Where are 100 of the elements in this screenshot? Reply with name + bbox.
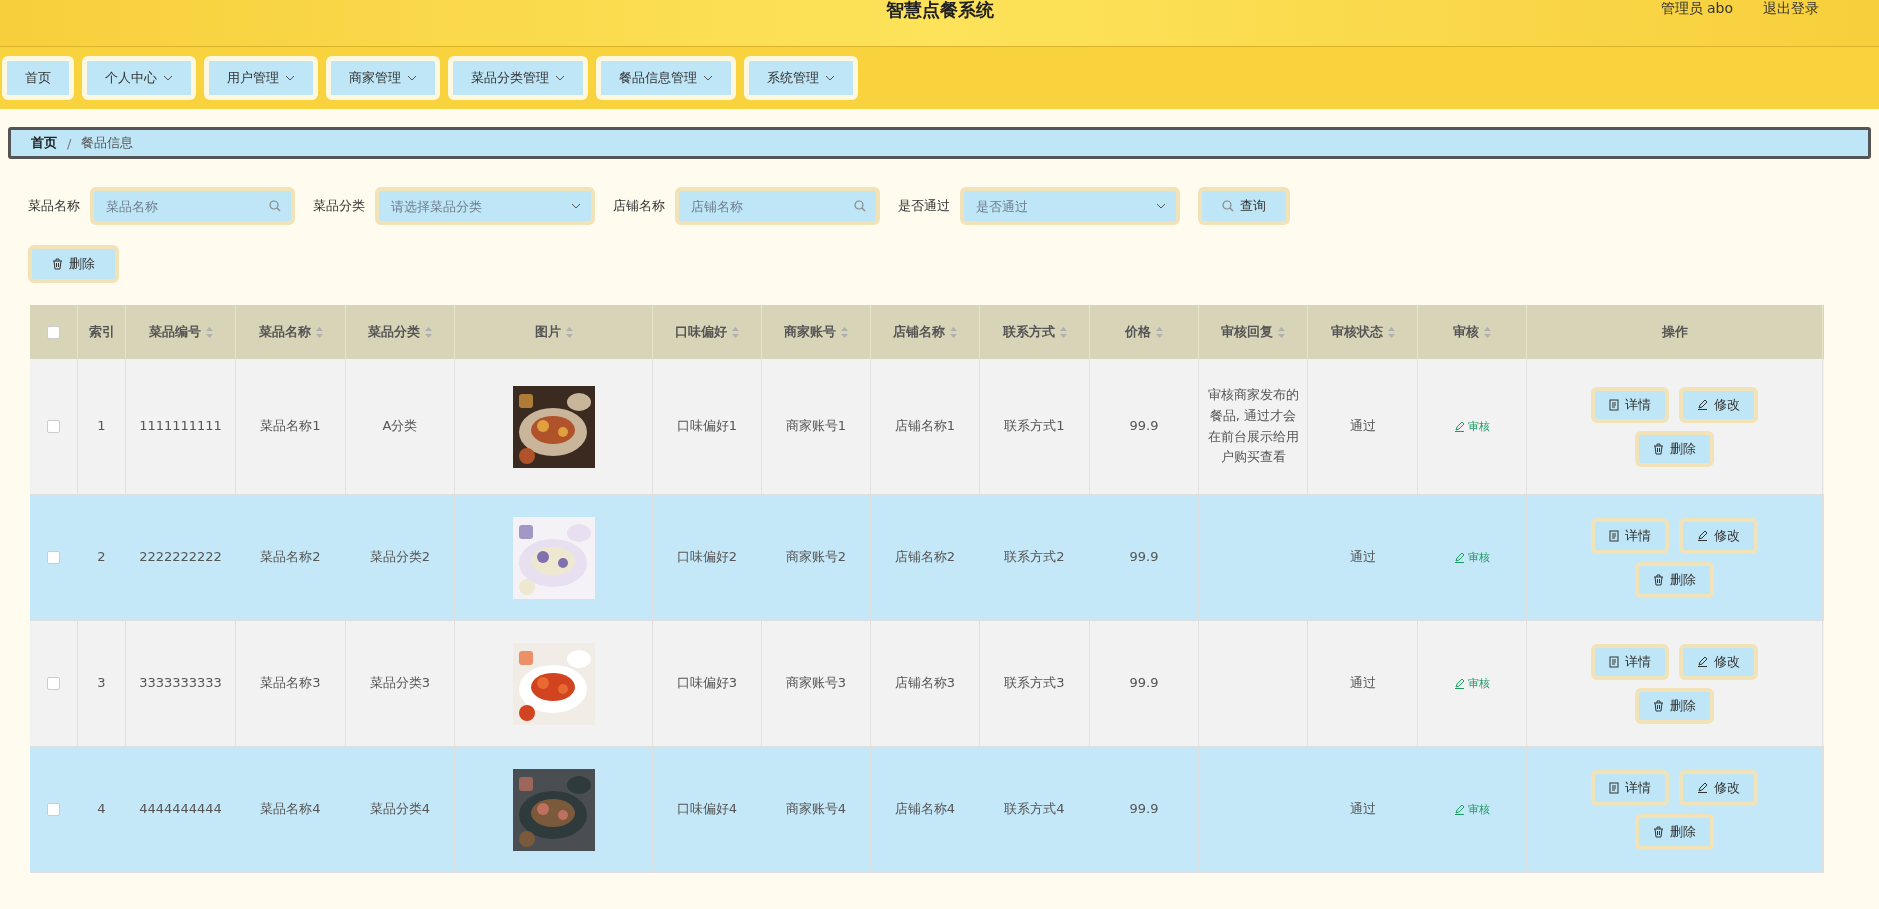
table-cell-text: 店铺名称3 (894, 674, 956, 693)
table-cell-text: 联系方式4 (1004, 800, 1065, 819)
table-cell-text: 3 (97, 674, 106, 693)
delete-button[interactable]: 删除 (1635, 813, 1714, 850)
column-header[interactable]: 审核 (1453, 323, 1479, 341)
delete-button[interactable]: 删除 (1635, 561, 1714, 598)
input-field[interactable]: 店铺名称 (675, 187, 880, 225)
nav-menu-item[interactable]: 餐品信息管理 (596, 56, 736, 100)
table-cell-text: 菜品分类2 (369, 548, 431, 567)
trash-icon (1653, 699, 1664, 712)
table-cell-text: 店铺名称4 (894, 800, 956, 819)
table-cell-text: 商家账号2 (785, 548, 847, 567)
edit-button[interactable]: 修改 (1679, 769, 1758, 806)
details-button[interactable]: 详情 (1591, 643, 1669, 680)
column-header[interactable]: 联系方式 (1002, 323, 1055, 341)
delete-button[interactable]: 删除 (1635, 687, 1714, 724)
search-icon (1222, 200, 1234, 212)
table-cell-text: 2222222222 (139, 548, 222, 567)
checkbox[interactable] (47, 803, 60, 816)
input-field[interactable]: 菜品名称 (90, 187, 295, 225)
table-cell-text: 口味偏好1 (676, 417, 738, 436)
table-cell-text: 99.9 (1129, 548, 1159, 567)
nav-menu-item[interactable]: 商家管理 (326, 56, 440, 100)
pencil-icon (1454, 804, 1465, 815)
nav-menu-item[interactable]: 用户管理 (204, 56, 318, 100)
filter-label: 菜品分类 (313, 197, 365, 215)
filter-label: 菜品名称 (28, 197, 80, 215)
document-icon (1609, 781, 1619, 794)
table-cell-text: 菜品名称2 (260, 548, 321, 567)
edit-button[interactable]: 修改 (1679, 643, 1758, 680)
trash-icon (52, 258, 63, 270)
select-field[interactable]: 请选择菜品分类 (375, 187, 595, 225)
app-title: 智慧点餐系统 (885, 0, 994, 20)
table-cell-text: 2 (97, 548, 106, 567)
column-header[interactable]: 审核回复 (1221, 323, 1273, 341)
breadcrumb-separator: / (67, 135, 72, 151)
filter-label: 店铺名称 (613, 197, 665, 215)
column-header[interactable]: 商家账号 (784, 323, 836, 341)
nav-menu-item[interactable]: 首页 (2, 56, 74, 100)
table-cell-text: 通过 (1349, 548, 1376, 567)
edit-button[interactable]: 修改 (1679, 517, 1758, 554)
nav-menu-item[interactable]: 个人中心 (82, 56, 196, 100)
column-header[interactable]: 菜品编号 (148, 323, 201, 341)
table-cell-text: 99.9 (1129, 417, 1159, 436)
table-cell-text: 通过 (1349, 674, 1376, 693)
table-cell-text: 商家账号3 (785, 674, 847, 693)
table-cell-text: 通过 (1349, 800, 1376, 819)
pencil-icon (1454, 552, 1465, 563)
breadcrumb-item: 餐品信息 (81, 134, 134, 152)
checkbox[interactable] (47, 677, 60, 690)
column-header[interactable]: 店铺名称 (893, 323, 945, 341)
trash-icon (1653, 825, 1664, 838)
column-header[interactable]: 审核状态 (1330, 323, 1383, 341)
details-button[interactable]: 详情 (1591, 386, 1669, 423)
pencil-icon (1697, 530, 1708, 541)
user-label: 管理员 abo (1660, 0, 1733, 16)
delete-button[interactable]: 删除 (28, 245, 119, 283)
table-cell-text: 店铺名称1 (894, 417, 956, 436)
trash-icon (1653, 442, 1664, 455)
table-cell-text: 口味偏好2 (676, 548, 738, 567)
nav-menu-item[interactable]: 系统管理 (744, 56, 858, 100)
table-cell-text: 审核商家发布的餐品, 通过才会在前台展示给用户购买查看 (1206, 385, 1300, 467)
chevron-down-icon (571, 203, 581, 209)
search-icon (854, 200, 866, 212)
document-icon (1609, 529, 1619, 542)
details-button[interactable]: 详情 (1591, 769, 1669, 806)
column-header[interactable]: 图片 (534, 323, 561, 341)
column-header: 索引 (88, 323, 115, 341)
table-cell-text: 99.9 (1129, 674, 1159, 693)
details-button[interactable]: 详情 (1591, 517, 1669, 554)
column-header[interactable]: 菜品名称 (258, 323, 311, 341)
table-cell-text: 1111111111 (139, 417, 222, 436)
checkbox[interactable] (47, 420, 60, 433)
column-header[interactable]: 价格 (1125, 323, 1151, 341)
checkbox[interactable] (47, 551, 60, 564)
table-cell-text: 口味偏好4 (676, 800, 738, 819)
nav-menu-item[interactable]: 菜品分类管理 (448, 56, 588, 100)
pencil-icon (1454, 678, 1465, 689)
table-cell-text: 店铺名称2 (894, 548, 956, 567)
search-button[interactable]: 查询 (1198, 187, 1290, 225)
table-cell-text: 菜品分类4 (369, 800, 431, 819)
trash-icon (1653, 573, 1664, 586)
select-field[interactable]: 是否通过 (960, 187, 1180, 225)
chevron-down-icon (1156, 203, 1166, 209)
checkbox[interactable] (47, 325, 60, 339)
column-header[interactable]: 口味偏好 (675, 323, 727, 341)
table-cell-text: 联系方式2 (1004, 548, 1065, 567)
table-cell-text: 通过 (1349, 417, 1376, 436)
column-header[interactable]: 菜品分类 (368, 323, 420, 341)
edit-button[interactable]: 修改 (1679, 386, 1758, 423)
breadcrumb-item[interactable]: 首页 (31, 134, 57, 152)
delete-button[interactable]: 删除 (1635, 430, 1714, 467)
logout-link[interactable]: 退出登录 (1763, 0, 1819, 16)
search-icon (269, 200, 281, 212)
table-cell-text: 3333333333 (139, 674, 222, 693)
pencil-icon (1697, 399, 1708, 410)
table-cell-text: A分类 (382, 417, 418, 436)
table-cell-text: 商家账号4 (785, 800, 847, 819)
table-cell-text: 1 (97, 417, 106, 436)
table-cell-text: 菜品名称4 (260, 800, 321, 819)
